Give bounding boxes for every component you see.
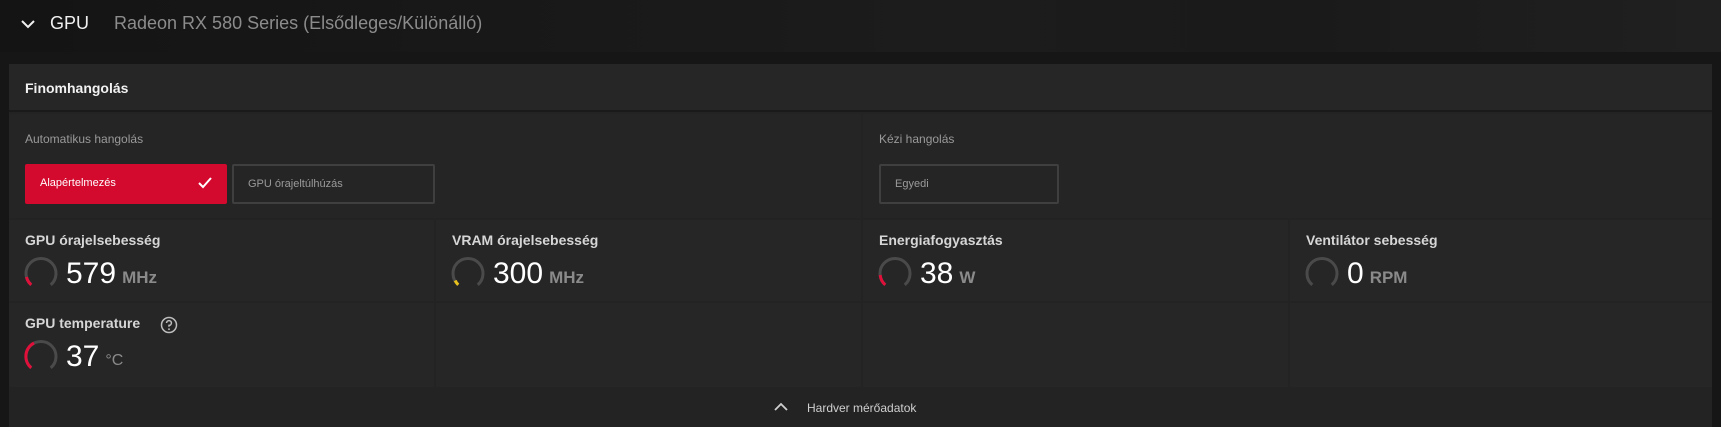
gpu-device-name: Radeon RX 580 Series (Elsődleges/Különál…	[114, 13, 483, 33]
gpu-overclock-label: GPU órajeltúlhúzás	[248, 178, 343, 190]
metric-title: GPU órajelsebesség	[25, 232, 161, 248]
metric-title: Ventilátor sebesség	[1306, 232, 1438, 248]
metric-value-line: 37 °C	[66, 340, 123, 374]
default-button-label: Alapértelmezés	[40, 177, 116, 189]
chevron-up-icon	[774, 402, 788, 411]
metric-unit: MHz	[122, 268, 158, 287]
gauge-icon	[878, 257, 912, 286]
metric-value-line: 300 MHz	[493, 257, 584, 295]
metric-unit: W	[959, 268, 976, 287]
check-icon	[198, 177, 212, 189]
metric-title: VRAM órajelsebesség	[452, 232, 599, 248]
metric-power: Energiafogyasztás 38 W	[863, 220, 1288, 301]
metric-gpu-clock: GPU órajelsebesség 579 MHz	[9, 220, 434, 301]
metric-value: 37	[66, 340, 100, 373]
metric-title: GPU temperature	[25, 315, 141, 331]
hardware-metrics-label: Hardver mérőadatok	[807, 401, 917, 415]
default-button[interactable]: Alapértelmezés	[25, 164, 227, 204]
chevron-down-icon[interactable]	[20, 17, 36, 31]
panel-header: Finomhangolás	[9, 64, 1712, 112]
empty-tile	[436, 303, 861, 387]
custom-button-label: Egyedi	[895, 178, 929, 190]
auto-tuning-label: Automatikus hangolás	[25, 132, 144, 146]
metric-fan-speed: Ventilátor sebesség 0 RPM	[1290, 220, 1712, 301]
manual-tuning-label: Kézi hangolás	[879, 132, 955, 146]
metric-value: 38	[920, 257, 954, 290]
panel-title: Finomhangolás	[25, 80, 129, 96]
auto-tuning-section: Automatikus hangolás Alapértelmezés GPU …	[9, 114, 861, 218]
metric-value-line: 38 W	[920, 257, 975, 295]
custom-button[interactable]: Egyedi	[879, 164, 1059, 204]
metric-value: 300	[493, 257, 544, 290]
metric-unit: RPM	[1369, 268, 1408, 287]
metric-value-line: 579 MHz	[66, 257, 157, 295]
empty-tile	[1290, 303, 1712, 387]
metric-title: Energiafogyasztás	[879, 232, 1003, 248]
gauge-icon	[1305, 257, 1339, 286]
help-icon[interactable]	[160, 316, 178, 334]
gauge-icon	[451, 257, 485, 286]
metric-gpu-temperature: GPU temperature 37 °C	[9, 303, 434, 387]
manual-tuning-section: Kézi hangolás Egyedi	[863, 114, 1712, 218]
metric-unit: MHz	[549, 268, 585, 287]
gpu-overclock-button[interactable]: GPU órajeltúlhúzás	[232, 164, 435, 204]
metric-value: 579	[66, 257, 117, 290]
gpu-section-header[interactable]: GPU Radeon RX 580 Series (Elsődleges/Kül…	[0, 0, 1721, 52]
metric-value: 0	[1347, 257, 1364, 290]
metric-value-line: 0 RPM	[1347, 257, 1407, 295]
metric-vram-clock: VRAM órajelsebesség 300 MHz	[436, 220, 861, 301]
gauge-icon	[24, 340, 58, 370]
hardware-metrics-toggle[interactable]: Hardver mérőadatok	[9, 389, 1712, 427]
section-title: GPU	[50, 13, 90, 33]
empty-tile	[863, 303, 1288, 387]
gauge-icon	[24, 257, 58, 286]
metric-unit: °C	[105, 352, 124, 369]
